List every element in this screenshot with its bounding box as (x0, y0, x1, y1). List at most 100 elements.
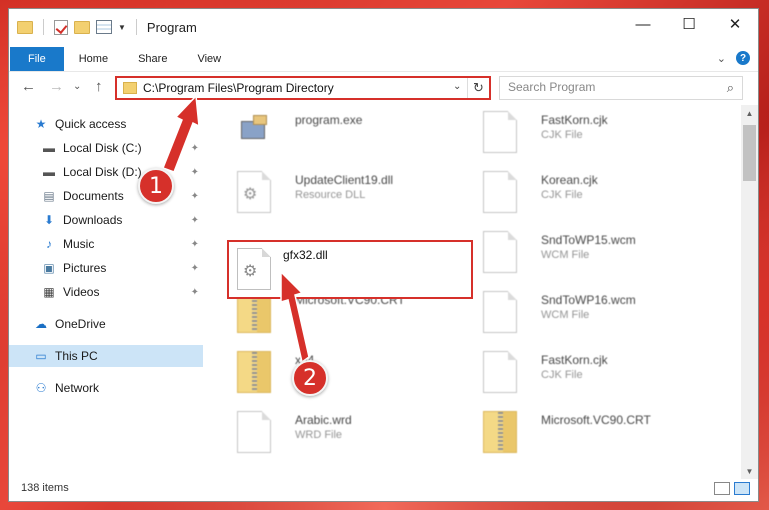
sidebar-item-label: This PC (55, 349, 98, 363)
file-item-program-exe[interactable]: program.exe (225, 105, 455, 159)
address-path[interactable]: C:\Program Files\Program Directory (143, 81, 334, 95)
sidebar-item-label: Videos (63, 285, 100, 299)
file-name: SndToWP15.wcm (541, 233, 636, 247)
sidebar-item-downloads[interactable]: ⬇ Downloads ✦ (9, 209, 203, 231)
file-item-gfx32-dll[interactable]: ⚙ gfx32.dll (225, 242, 455, 296)
file-item-fastkorn-cjk-2[interactable]: FastKorn.cjk CJK File (471, 345, 701, 399)
sidebar-item-quick-access[interactable]: ★ Quick access (9, 113, 203, 135)
file-name: Microsoft.VC90.CRT (541, 413, 651, 427)
title-bar: ▼ Program — ☐ ✕ (9, 9, 758, 47)
file-type: CJK File (541, 189, 583, 201)
tab-file[interactable]: File (10, 47, 64, 71)
file-item-microsoft-vc90-crt-2[interactable]: Microsoft.VC90.CRT (471, 405, 701, 459)
file-item-sndtowp16-wcm[interactable]: SndToWP16.wcm WCM File (471, 285, 701, 339)
ribbon-tabs: File Home Share View ⌄ ? (9, 47, 758, 71)
pin-icon: ✦ (190, 190, 199, 202)
file-item-fastkorn-cjk[interactable]: FastKorn.cjk CJK File (471, 105, 701, 159)
scroll-up-button[interactable]: ▲ (741, 105, 758, 121)
file-name: gfx32.dll (283, 248, 328, 262)
file-item-updateclient19-dll[interactable]: ⚙ UpdateClient19.dll Resource DLL (225, 165, 455, 219)
document-icon (483, 231, 517, 273)
search-box[interactable]: ⌕ (499, 76, 743, 100)
callout-2: 2 (292, 360, 328, 396)
customize-toolbar-dropdown-icon[interactable]: ▼ (118, 23, 126, 32)
sidebar-item-network[interactable]: ⚇ Network (9, 377, 203, 399)
file-type: CJK File (541, 369, 583, 381)
callout-1: 1 (138, 168, 174, 204)
pin-icon: ✦ (190, 166, 199, 178)
computer-icon: ▭ (35, 349, 47, 363)
help-icon[interactable]: ? (736, 51, 750, 65)
refresh-button[interactable]: ↻ (467, 78, 489, 98)
sidebar-item-local-disk-d[interactable]: ▬ Local Disk (D:) ✦ (9, 161, 203, 183)
sidebar-item-label: Music (63, 237, 95, 251)
address-dropdown-icon[interactable]: ⌄ (453, 81, 461, 92)
minimize-button[interactable]: — (620, 9, 666, 39)
file-item-korean-cjk[interactable]: Korean.cjk CJK File (471, 165, 701, 219)
recent-locations-dropdown[interactable]: ⌄ (73, 81, 81, 92)
document-icon (237, 411, 271, 453)
document-icon (483, 291, 517, 333)
close-button[interactable]: ✕ (712, 9, 758, 39)
file-item-sndtowp15-wcm[interactable]: SndToWP15.wcm WCM File (471, 225, 701, 279)
file-type: CJK File (541, 129, 583, 141)
sidebar-item-documents[interactable]: ▤ Documents ✦ (9, 185, 203, 207)
sidebar-item-label: Quick access (55, 117, 127, 131)
maximize-button[interactable]: ☐ (666, 9, 712, 39)
sidebar-item-label: Network (55, 381, 100, 395)
sidebar-item-onedrive[interactable]: ☁ OneDrive (9, 313, 203, 335)
sidebar-item-videos[interactable]: ▦ Videos ✦ (9, 281, 203, 303)
up-button[interactable]: ↑ (95, 78, 103, 95)
file-name: FastKorn.cjk (541, 353, 608, 367)
sidebar-item-label: Downloads (63, 213, 123, 227)
divider (135, 19, 137, 35)
folder-icon[interactable] (17, 20, 33, 34)
search-icon[interactable]: ⌕ (727, 80, 734, 96)
sidebar-item-local-disk-c[interactable]: ▬ Local Disk (C:) ✦ (9, 137, 203, 159)
pin-icon: ✦ (190, 262, 199, 274)
sidebar-item-label: OneDrive (55, 317, 106, 331)
window-title: Program (146, 19, 197, 35)
properties-check-icon[interactable] (54, 19, 68, 35)
status-bar: 138 items (9, 477, 758, 501)
document-icon (483, 351, 517, 393)
sidebar-item-label: Documents (63, 189, 124, 203)
divider (43, 19, 44, 35)
quick-access-toolbar: ▼ Program (17, 19, 197, 35)
back-button[interactable]: ← (21, 78, 36, 95)
file-item-arabic-wrd[interactable]: Arabic.wrd WRD File (225, 405, 455, 459)
download-icon: ⬇ (43, 213, 55, 227)
videos-icon: ▦ (43, 285, 55, 299)
file-name: UpdateClient19.dll (295, 173, 394, 187)
zip-folder-icon (483, 411, 517, 453)
sidebar-item-pictures[interactable]: ▣ Pictures ✦ (9, 257, 203, 279)
file-item-x64[interactable]: x64 (225, 345, 455, 399)
search-input[interactable] (508, 80, 708, 94)
pin-icon: ✦ (190, 238, 199, 250)
pictures-icon: ▣ (43, 261, 55, 275)
vertical-scrollbar[interactable]: ▲ ▼ (741, 105, 758, 479)
sidebar-item-music[interactable]: ♪ Music ✦ (9, 233, 203, 255)
highlighted-file-gfx32-dll[interactable]: ⚙ gfx32.dll (227, 240, 473, 299)
tab-home[interactable]: Home (64, 47, 123, 71)
address-bar[interactable]: C:\Program Files\Program Directory ⌄ ↻ (115, 76, 491, 100)
large-icons-view-icon[interactable] (734, 482, 750, 495)
new-folder-icon[interactable] (74, 20, 90, 34)
navigation-bar: ← → ⌄ ↑ C:\Program Files\Program Directo… (9, 71, 758, 103)
view-toggle (714, 482, 750, 495)
network-icon: ⚇ (35, 381, 47, 395)
tab-share[interactable]: Share (123, 47, 182, 71)
scroll-thumb[interactable] (743, 125, 756, 181)
properties-icon[interactable] (96, 20, 112, 34)
expand-ribbon-icon[interactable]: ⌄ (717, 52, 726, 65)
forward-button[interactable]: → (49, 78, 64, 95)
dll-file-icon: ⚙ (237, 248, 271, 290)
sidebar-item-label: Local Disk (D:) (63, 165, 142, 179)
sidebar-item-label: Local Disk (C:) (63, 141, 142, 155)
tab-view[interactable]: View (182, 47, 236, 71)
item-count: 138 items (21, 482, 69, 494)
file-name: FastKorn.cjk (541, 113, 608, 127)
file-type: WCM File (541, 249, 590, 261)
sidebar-item-this-pc[interactable]: ▭ This PC (9, 345, 203, 367)
details-view-icon[interactable] (714, 482, 730, 495)
